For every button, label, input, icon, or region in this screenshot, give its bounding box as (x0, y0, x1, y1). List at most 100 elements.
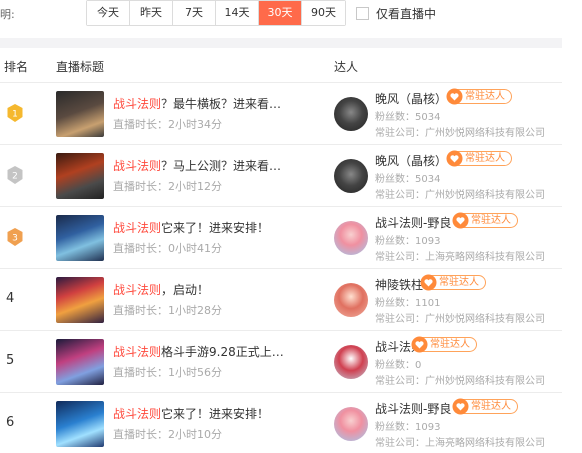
heart-icon (411, 336, 428, 353)
company-label: 常驻公司： (375, 376, 425, 387)
resident-company: 常驻公司：广州妙悦网络科技有限公司 (375, 124, 545, 139)
filter-bar: 明: 今天 昨天 7天 14天 30天 90天 仅看直播中 (0, 0, 582, 28)
avatar[interactable] (334, 407, 368, 441)
table-row[interactable]: 3 战斗法则它来了！进来安排！ 直播时长：0小时41分 战斗法则-野良 常驻达人 (0, 207, 562, 269)
resident-company: 常驻公司：广州妙悦网络科技有限公司 (375, 372, 545, 387)
company-value: 上海亮略网络科技有限公司 (425, 252, 545, 263)
header-talent: 达人 (334, 60, 359, 74)
live-title[interactable]: 战斗法则它来了！进来安排！ (113, 405, 269, 422)
live-title[interactable]: 战斗法则，启动！ (113, 281, 209, 298)
company-label: 常驻公司： (375, 314, 425, 325)
fans-label: 粉丝数： (375, 236, 415, 247)
fans-value: 0 (415, 360, 422, 371)
section-divider (0, 38, 562, 48)
company-label: 常驻公司： (375, 252, 425, 263)
badge-label: 常驻达人 (471, 215, 511, 226)
avatar[interactable] (334, 345, 368, 379)
range-option-7d[interactable]: 7天 (173, 1, 216, 25)
rank-medal-icon: 3 (6, 227, 24, 247)
duration-label: 直播时长： (113, 428, 168, 441)
live-thumbnail[interactable] (56, 153, 104, 199)
header-live-title: 直播标题 (56, 60, 105, 74)
live-thumbnail[interactable] (56, 215, 104, 261)
avatar[interactable] (334, 159, 368, 193)
fans-label: 粉丝数： (375, 422, 415, 433)
live-duration: 直播时长：0小时41分 (113, 240, 222, 256)
live-title-keyword: 战斗法则 (113, 221, 162, 235)
duration-value: 0小时41分 (168, 242, 222, 255)
only-live-toggle[interactable]: 仅看直播中 (356, 5, 436, 22)
scrollbar[interactable] (562, 0, 582, 453)
fans-count: 粉丝数：1101 (375, 294, 440, 309)
talent-name[interactable]: 晚风（晶核） (375, 90, 447, 107)
range-option-today[interactable]: 今天 (87, 1, 130, 25)
live-thumbnail[interactable] (56, 401, 104, 447)
live-title[interactable]: 战斗法则格斗手游9.28正式上… (113, 343, 284, 360)
duration-value: 2小时10分 (168, 428, 222, 441)
duration-value: 1小时28分 (168, 304, 222, 317)
heart-icon (446, 88, 463, 105)
live-title[interactable]: 战斗法则它来了！进来安排！ (113, 219, 269, 236)
avatar[interactable] (334, 221, 368, 255)
table-row[interactable]: 1 战斗法则？最牛横板？进来看… 直播时长：2小时34分 晚风（晶核） 常驻达人 (0, 83, 562, 145)
table-row[interactable]: 5 战斗法则格斗手游9.28正式上… 直播时长：1小时56分 战斗法则 常驻达人… (0, 331, 562, 393)
live-title-keyword: 战斗法则 (113, 283, 162, 297)
talent-name[interactable]: 晚风（晶核） (375, 152, 447, 169)
fans-value: 5034 (415, 174, 441, 185)
live-thumbnail[interactable] (56, 277, 104, 323)
heart-icon (452, 398, 469, 415)
duration-label: 直播时长： (113, 118, 168, 131)
badge-label: 常驻达人 (439, 277, 479, 288)
table-row[interactable]: 2 战斗法则？马上公测？进来看… 直播时长：2小时12分 晚风（晶核） 常驻达人 (0, 145, 562, 207)
table-row[interactable]: 4 战斗法则，启动！ 直播时长：1小时28分 神陵铁柱 常驻达人 粉丝数：110… (0, 269, 562, 331)
only-live-checkbox[interactable] (356, 7, 369, 20)
range-option-30d[interactable]: 30天 (259, 1, 302, 25)
duration-label: 直播时长： (113, 304, 168, 317)
resident-talent-badge: 常驻达人 (420, 274, 486, 291)
live-title-rest: ？最牛横板？进来看… (161, 97, 282, 111)
avatar[interactable] (334, 283, 368, 317)
talent-name[interactable]: 神陵铁柱 (375, 276, 423, 293)
header-rank: 排名 (4, 60, 29, 74)
duration-label: 直播时长： (113, 180, 168, 193)
live-title-rest: 它来了！进来安排！ (161, 221, 270, 235)
fans-value: 5034 (415, 112, 441, 123)
live-duration: 直播时长：2小时10分 (113, 426, 222, 442)
live-title-keyword: 战斗法则 (113, 345, 162, 359)
talent-name[interactable]: 战斗法则-野良 (375, 214, 451, 231)
resident-talent-badge: 常驻达人 (452, 398, 518, 415)
company-value: 广州妙悦网络科技有限公司 (425, 376, 545, 387)
range-option-yesterday[interactable]: 昨天 (130, 1, 173, 25)
live-title-keyword: 战斗法则 (113, 97, 162, 111)
live-title[interactable]: 战斗法则？马上公测？进来看… (113, 157, 281, 174)
duration-label: 直播时长： (113, 366, 168, 379)
avatar[interactable] (334, 97, 368, 131)
range-option-14d[interactable]: 14天 (216, 1, 259, 25)
live-title[interactable]: 战斗法则？最牛横板？进来看… (113, 95, 281, 112)
only-live-label: 仅看直播中 (376, 7, 437, 21)
resident-company: 常驻公司：上海亮略网络科技有限公司 (375, 434, 545, 449)
live-thumbnail[interactable] (56, 91, 104, 137)
live-thumbnail[interactable] (56, 339, 104, 385)
svg-text:1: 1 (12, 110, 18, 120)
table-row[interactable]: 6 战斗法则它来了！进来安排！ 直播时长：2小时10分 战斗法则-野良 常驻达人… (0, 393, 562, 453)
live-title-keyword: 战斗法则 (113, 407, 162, 421)
heart-icon (452, 212, 469, 229)
company-label: 常驻公司： (375, 128, 425, 139)
rank-number: 6 (6, 415, 15, 430)
fans-count: 粉丝数：1093 (375, 418, 440, 433)
fans-label: 粉丝数： (375, 112, 415, 123)
company-value: 广州妙悦网络科技有限公司 (425, 190, 545, 201)
company-value: 广州妙悦网络科技有限公司 (425, 314, 545, 325)
talent-name[interactable]: 战斗法则-野良 (375, 400, 451, 417)
fans-value: 1093 (415, 422, 441, 433)
resident-company: 常驻公司：广州妙悦网络科技有限公司 (375, 310, 545, 325)
fans-value: 1101 (415, 298, 441, 309)
badge-label: 常驻达人 (430, 339, 470, 350)
resident-talent-badge: 常驻达人 (446, 150, 512, 167)
range-option-90d[interactable]: 90天 (302, 1, 345, 25)
company-value: 广州妙悦网络科技有限公司 (425, 128, 545, 139)
rank-number: 5 (6, 353, 15, 368)
badge-label: 常驻达人 (465, 153, 505, 164)
rank-medal-icon: 1 (6, 103, 24, 123)
